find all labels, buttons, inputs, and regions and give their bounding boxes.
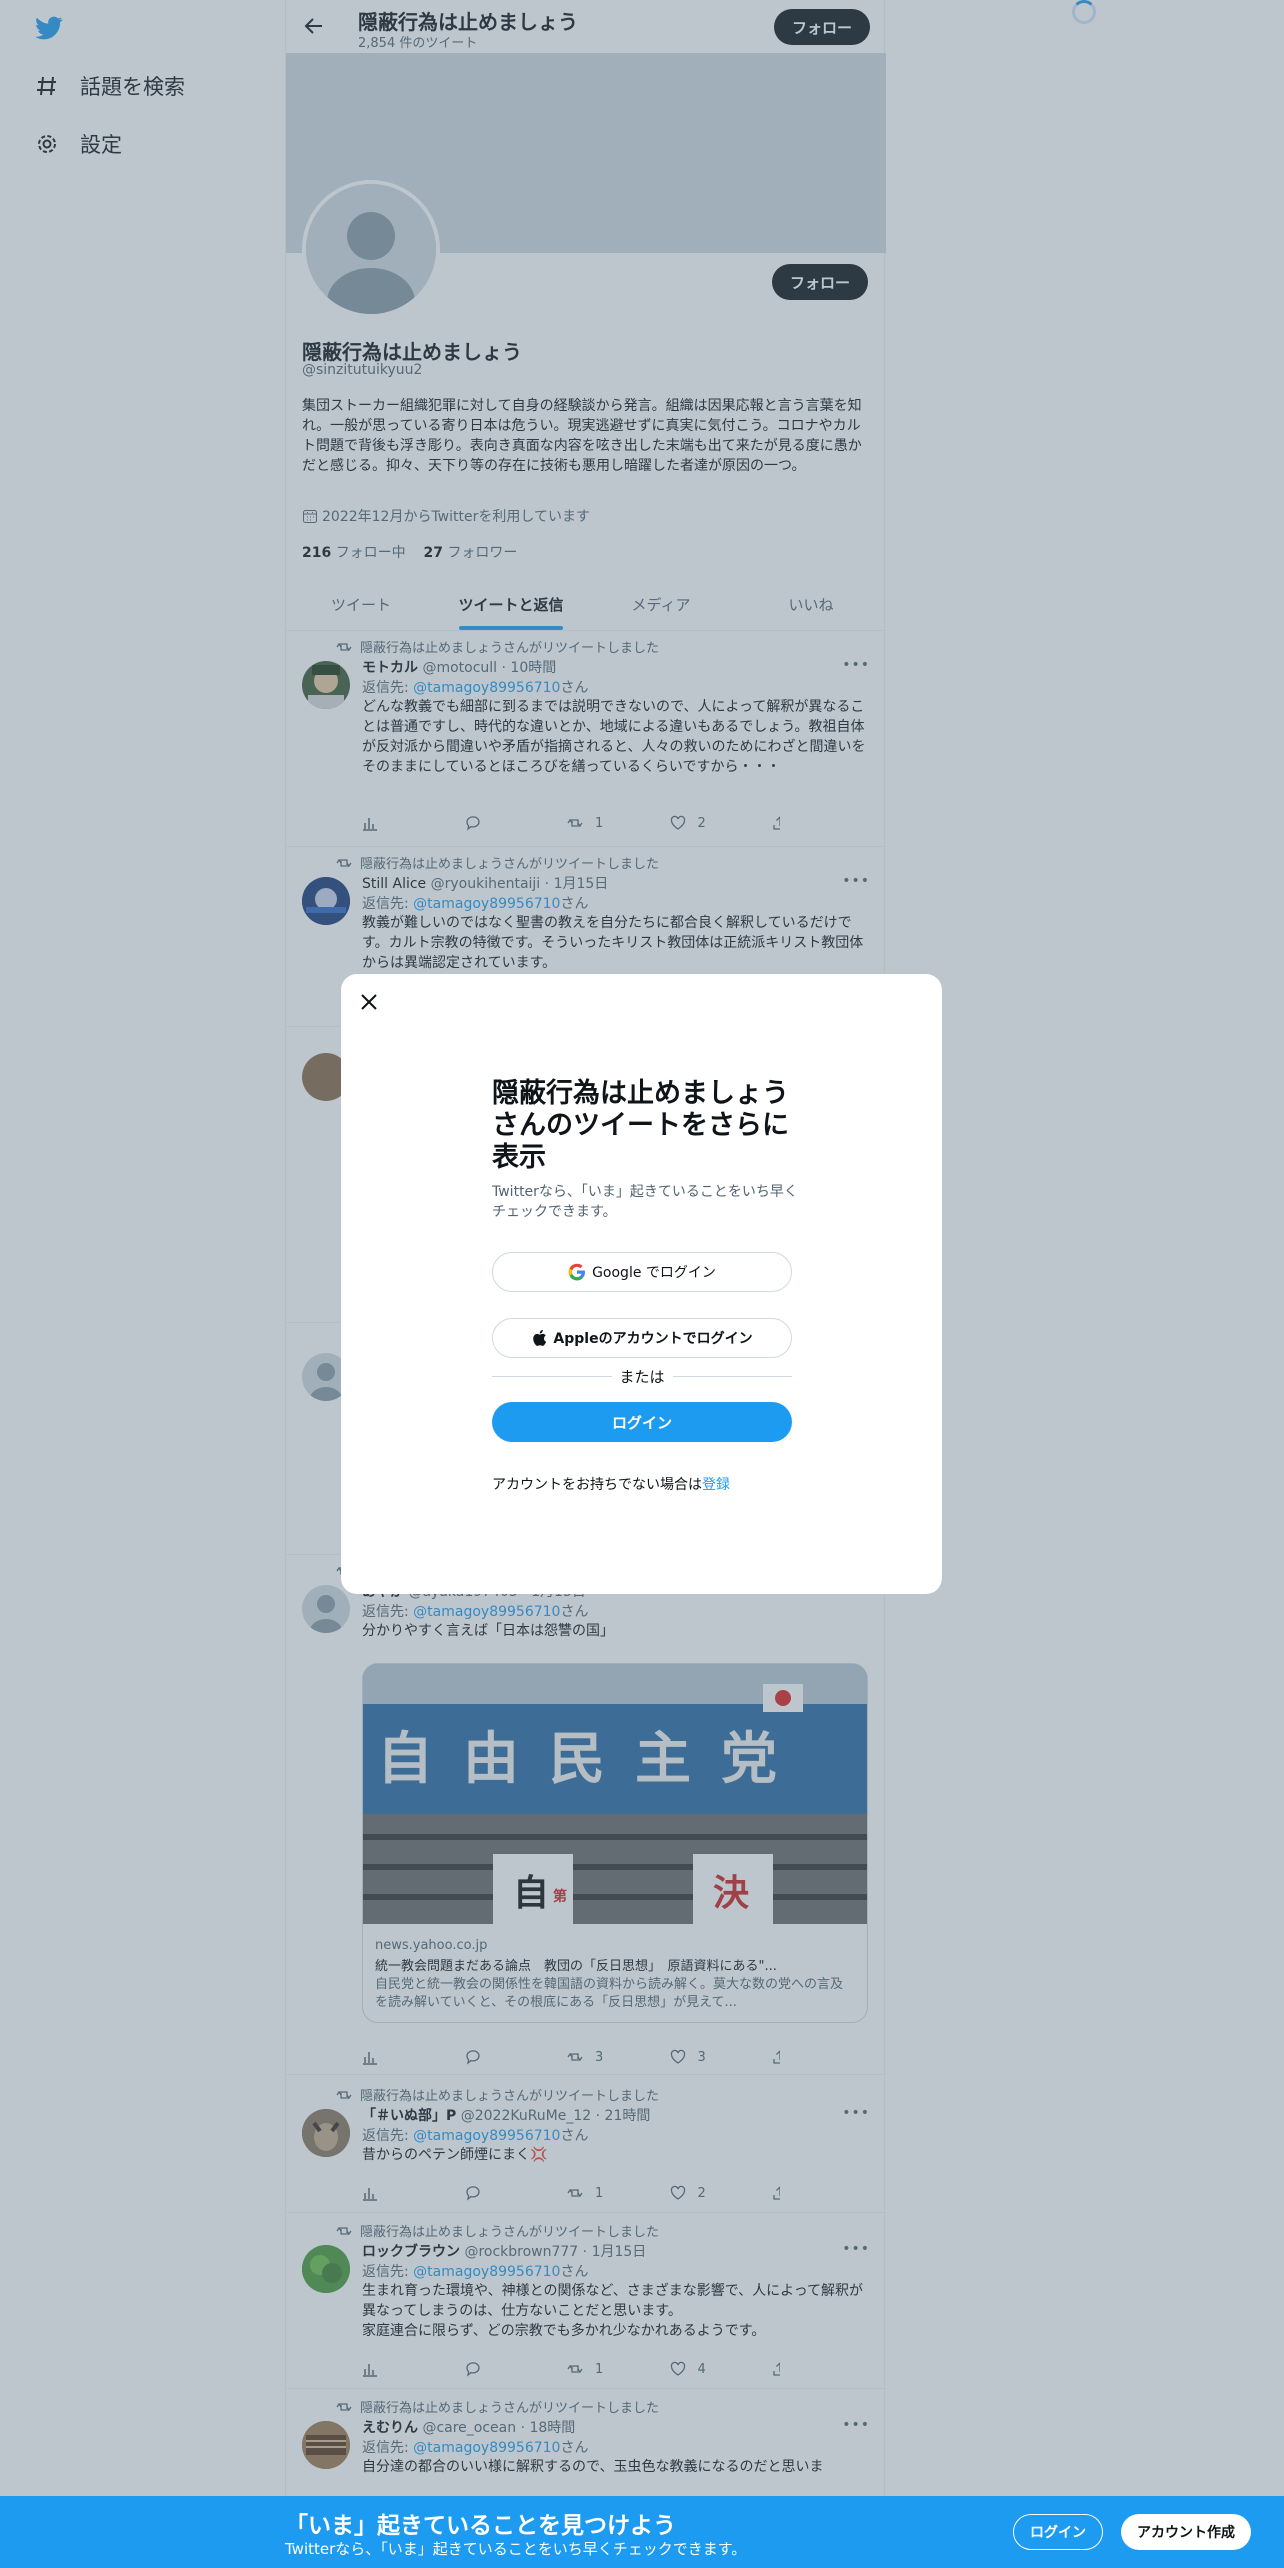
close-icon[interactable] — [357, 990, 381, 1014]
modal-subtitle: Twitterなら、「いま」起きていることをいち早くチェックできます。 — [492, 1184, 798, 1220]
google-login-label: Google でログイン — [592, 1265, 716, 1281]
google-icon — [568, 1263, 586, 1281]
or-divider: または — [492, 1366, 793, 1387]
signup-prompt: アカウントをお持ちでない場合は登録 — [492, 1477, 730, 1493]
apple-icon — [533, 1329, 547, 1346]
modal-title: 隠蔽行為は止めましょうさんのツイートをさらに表示 — [492, 1078, 789, 1173]
signup-link[interactable]: 登録 — [702, 1477, 730, 1493]
bottom-signup-bar: 「いま」起きていることを見つけよう Twitterなら、「いま」起きていることを… — [0, 2496, 1284, 2568]
apple-login-button[interactable]: Appleのアカウントでログイン — [492, 1318, 792, 1358]
apple-login-label: Appleのアカウントでログイン — [553, 1331, 753, 1347]
bottom-login-button[interactable]: ログイン — [1013, 2514, 1103, 2550]
bottom-signup-button[interactable]: アカウント作成 — [1121, 2514, 1251, 2550]
google-login-button[interactable]: Google でログイン — [492, 1252, 792, 1292]
login-modal: 隠蔽行為は止めましょうさんのツイートをさらに表示 Twitterなら、「いま」起… — [341, 974, 942, 1594]
app-root: 話題を検索 設定 隠蔽行為は止めましょう 2,854 件のツイート フォロー フ… — [0, 0, 1284, 2568]
bottom-bar-title: 「いま」起きていることを見つけよう — [285, 2513, 676, 2539]
login-button[interactable]: ログイン — [492, 1402, 792, 1442]
bottom-bar-subtitle: Twitterなら、「いま」起きていることをいち早くチェックできます。 — [285, 2540, 747, 2558]
